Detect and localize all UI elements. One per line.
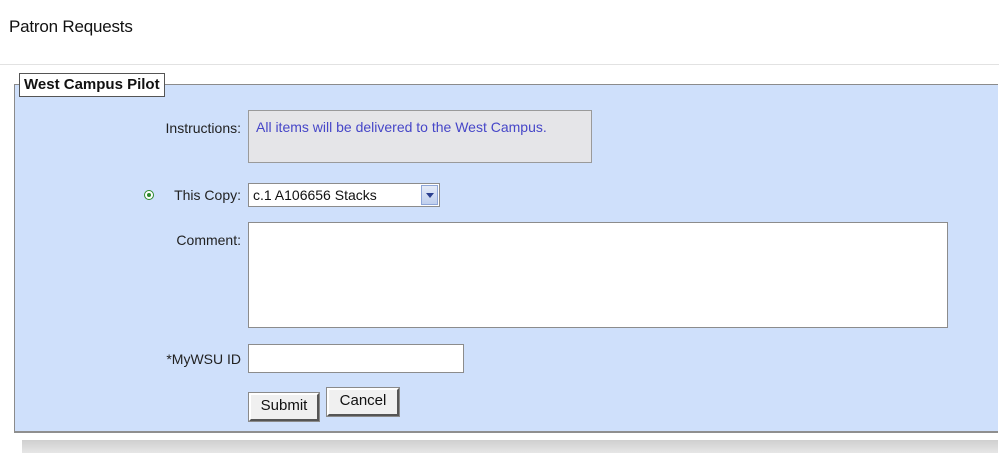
form-legend: West Campus Pilot: [19, 73, 165, 97]
instructions-label: Instructions:: [165, 120, 241, 136]
comment-label: Comment:: [176, 232, 241, 248]
chevron-down-icon[interactable]: [421, 185, 438, 205]
submit-button[interactable]: Submit: [248, 392, 320, 422]
page-title: Patron Requests: [9, 17, 133, 36]
panel-shadow: [22, 440, 998, 453]
header-divider: [0, 64, 999, 65]
comment-textarea[interactable]: [248, 222, 948, 328]
mywsu-id-input[interactable]: [248, 344, 464, 373]
cancel-button[interactable]: Cancel: [326, 387, 400, 417]
instructions-text: All items will be delivered to the West …: [248, 110, 592, 163]
radio-selected-icon[interactable]: [144, 190, 154, 200]
mywsu-id-label: *MyWSU ID: [166, 351, 241, 367]
copy-select[interactable]: c.1 A106656 Stacks: [248, 183, 440, 207]
this-copy-label[interactable]: This Copy:: [174, 187, 241, 203]
copy-select-value: c.1 A106656 Stacks: [253, 187, 377, 203]
